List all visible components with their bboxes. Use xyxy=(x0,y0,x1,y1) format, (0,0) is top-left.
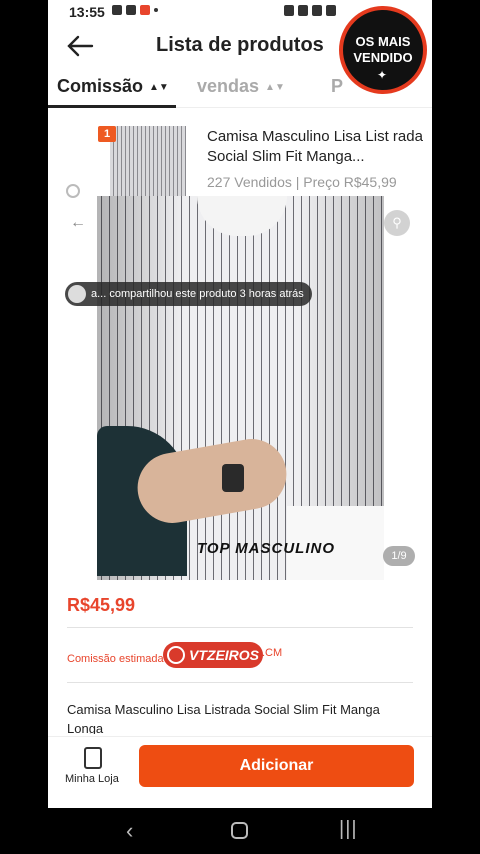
page-title: Lista de produtos xyxy=(156,34,324,56)
mute-icon xyxy=(312,5,322,16)
tab-sales[interactable]: vendas ▲▼ xyxy=(197,76,285,97)
system-navigation-bar: ‹ ||| xyxy=(0,808,480,854)
nav-home-icon[interactable] xyxy=(231,822,248,839)
share-text: a... compartilhou este produto 3 horas a… xyxy=(91,288,304,300)
logo-text: VTZEIROS xyxy=(189,647,260,663)
app-notification-icon xyxy=(140,5,150,15)
detail-title: Camisa Masculino Lisa Listrada Social Sl… xyxy=(67,702,380,734)
sparkle-icon: ✦ xyxy=(377,68,388,82)
tab-label: Comissão xyxy=(57,76,144,96)
alarm-icon xyxy=(284,5,294,16)
share-notification: a... compartilhou este produto 3 horas a… xyxy=(65,282,312,306)
nav-recent-apps-icon[interactable]: ||| xyxy=(339,818,358,841)
image-counter: 1/9 xyxy=(383,546,415,566)
product-price: Preço R$45,99 xyxy=(303,174,397,190)
right-letterbox xyxy=(432,0,480,854)
active-tab-underline xyxy=(48,105,176,108)
logo-suffix: .CM xyxy=(262,647,283,659)
product-meta: 227 Vendidos | Preço R$45,99 xyxy=(207,174,397,190)
product-image-viewer[interactable]: TOP MASCULINO xyxy=(97,196,384,580)
best-seller-badge: OS MAIS VENDIDO ✦ xyxy=(335,0,432,102)
rank-badge: 1 xyxy=(98,126,116,142)
avatar xyxy=(68,285,86,303)
back-arrow-icon[interactable] xyxy=(66,34,94,58)
image-watermark: TOP MASCULINO xyxy=(197,540,336,557)
previous-image-icon[interactable]: ← xyxy=(65,210,91,236)
notification-icon xyxy=(126,5,136,15)
product-list-item[interactable]: 1 Camisa Masculino Lisa List rada Social… xyxy=(48,122,432,198)
vibrate-icon xyxy=(298,5,308,16)
product-thumbnail xyxy=(110,126,186,198)
store-icon xyxy=(84,747,102,769)
commission-label: Comissão estimada xyxy=(67,653,164,665)
notification-icons xyxy=(112,5,158,15)
badge-circle: OS MAIS VENDIDO ✦ xyxy=(339,6,427,94)
more-dot-icon xyxy=(154,8,158,12)
divider xyxy=(67,627,413,628)
store-label: Minha Loja xyxy=(65,773,119,785)
badge-line1: OS MAIS xyxy=(355,34,411,49)
vtzeiros-logo: VTZEIROS xyxy=(163,642,263,668)
select-radio[interactable] xyxy=(66,184,80,198)
search-icon[interactable]: ⚲ xyxy=(384,210,410,236)
tab-commission[interactable]: Comissão ▲▼ xyxy=(57,76,169,97)
divider xyxy=(67,682,413,683)
tab-label: vendas xyxy=(197,76,260,96)
bottom-action-bar: Minha Loja Adicionar xyxy=(48,736,432,808)
sort-caret-icon: ▲▼ xyxy=(265,81,285,93)
system-icons xyxy=(284,5,336,16)
logo-circle-icon xyxy=(167,646,185,664)
sold-count: 227 Vendidos xyxy=(207,174,292,190)
add-button[interactable]: Adicionar xyxy=(139,745,414,787)
photo-watch xyxy=(222,464,244,492)
badge-text: OS MAIS VENDIDO xyxy=(343,34,423,66)
status-time: 13:55 xyxy=(69,4,105,20)
product-title: Camisa Masculino Lisa List rada Social S… xyxy=(207,128,423,165)
badge-line2: VENDIDO xyxy=(353,50,413,65)
phone-screen: 13:55 Lista de produtos Comissão ▲▼ venda… xyxy=(48,0,432,808)
sort-caret-icon: ▲▼ xyxy=(149,81,169,93)
left-letterbox xyxy=(0,0,48,854)
notification-icon xyxy=(112,5,122,15)
nav-back-icon[interactable]: ‹ xyxy=(126,818,133,844)
detail-price: R$45,99 xyxy=(67,595,136,615)
